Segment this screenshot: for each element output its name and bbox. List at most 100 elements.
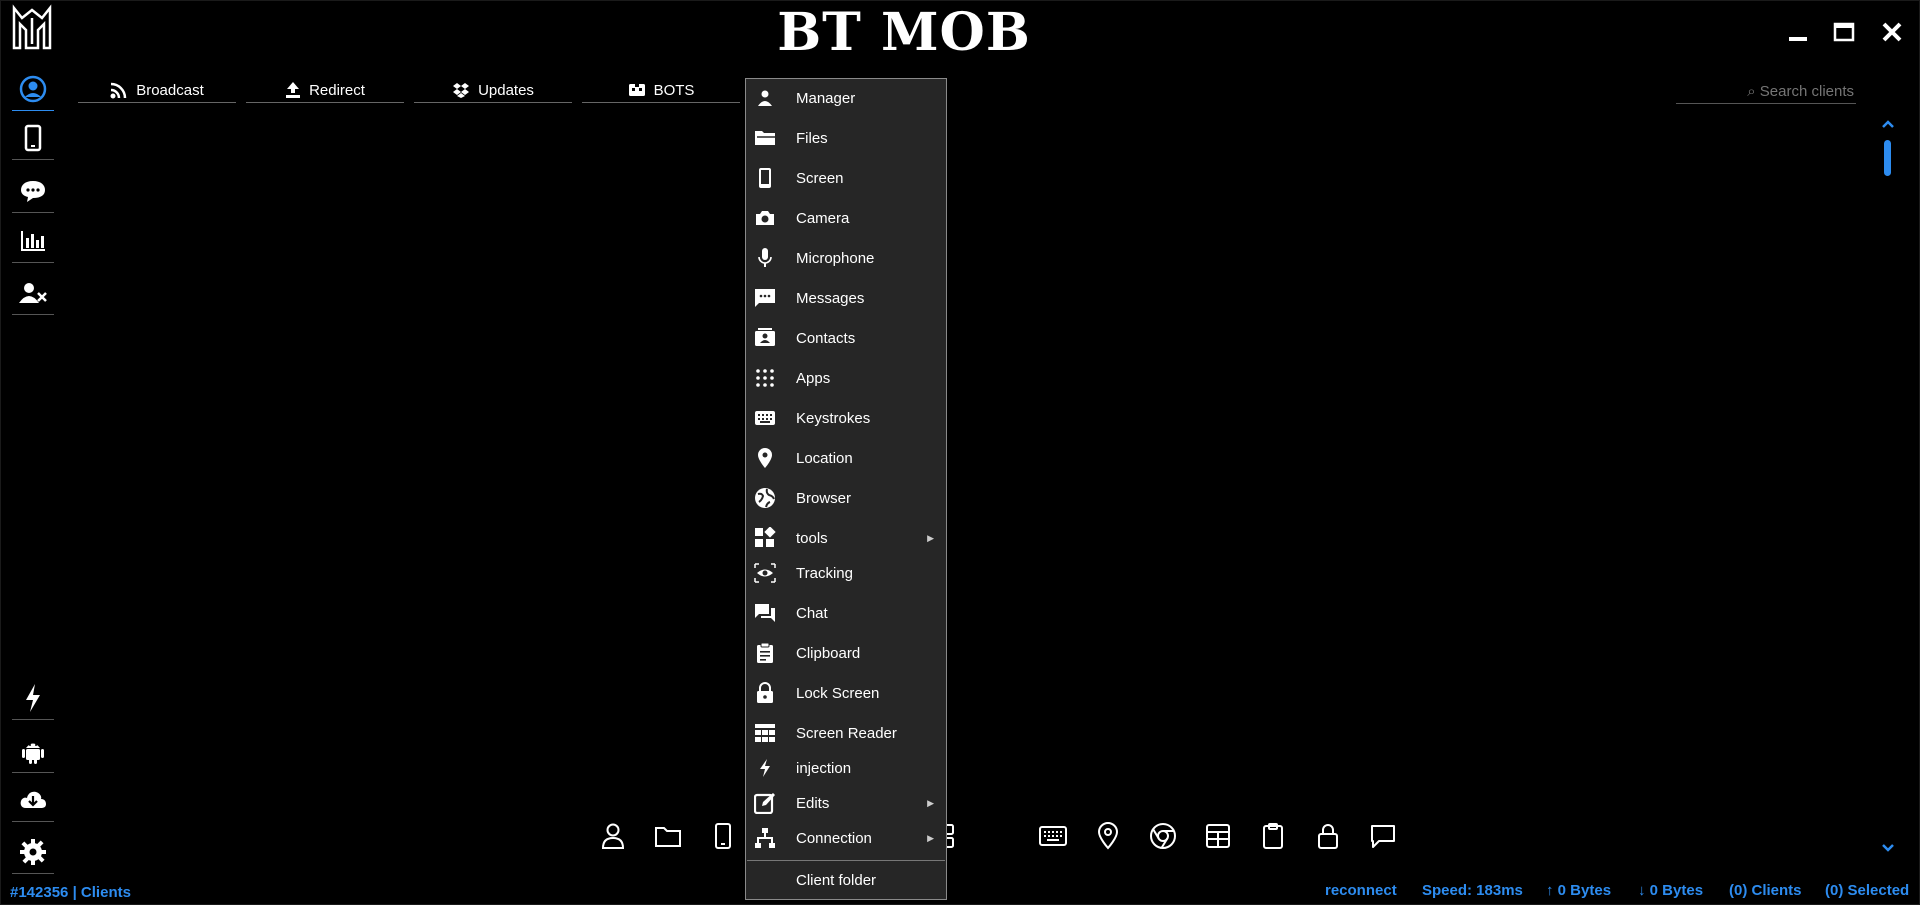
keyboard-icon xyxy=(1039,826,1067,846)
tab-bots[interactable]: BOTS xyxy=(582,78,740,103)
sidebar-item-devices[interactable] xyxy=(12,117,54,160)
menu-item-messages[interactable]: Messages xyxy=(746,282,946,314)
submenu-arrow-icon: ▶ xyxy=(927,532,934,543)
submenu-arrow-icon: ▶ xyxy=(927,797,934,808)
menu-item-keystrokes[interactable]: Keystrokes xyxy=(746,402,946,434)
menu-item-tracking[interactable]: Tracking xyxy=(746,557,946,589)
maximize-icon xyxy=(1833,22,1855,42)
menu-item-location[interactable]: Location xyxy=(746,442,946,474)
toolbar-keystrokes-button[interactable] xyxy=(1037,820,1069,852)
rss-icon xyxy=(110,82,127,99)
menu-item-label: Screen Reader xyxy=(796,724,897,742)
menu-item-injection[interactable]: injection xyxy=(746,752,946,784)
menu-item-files[interactable]: Files xyxy=(746,122,946,154)
menu-item-label: Camera xyxy=(796,209,850,227)
menu-item-label: Tracking xyxy=(796,564,853,582)
toolbar-clipboard-button[interactable] xyxy=(1257,820,1289,852)
sidebar-item-chat[interactable] xyxy=(12,170,54,213)
edit-icon xyxy=(754,793,775,814)
table-icon xyxy=(1206,824,1230,848)
toolbar-manager-button[interactable] xyxy=(597,820,629,852)
menu-item-label: Apps xyxy=(796,369,831,387)
upload-icon xyxy=(286,82,301,98)
sidebar-item-injection[interactable] xyxy=(12,677,54,720)
gear-icon xyxy=(20,839,46,865)
menu-item-label: Clipboard xyxy=(796,644,861,662)
reconnect-link[interactable]: reconnect xyxy=(1325,882,1397,899)
widgets-icon xyxy=(755,527,776,547)
menu-item-edits[interactable]: Edits ▶ xyxy=(746,787,946,819)
submenu-arrow-icon: ▶ xyxy=(927,832,934,843)
chat-icon xyxy=(755,604,775,622)
sidebar-item-clients[interactable] xyxy=(12,68,54,111)
menu-item-label: Lock Screen xyxy=(796,684,880,702)
microphone-icon xyxy=(758,248,772,267)
folder-icon xyxy=(655,827,681,847)
toolbar-files-button[interactable] xyxy=(652,820,684,852)
menu-item-label: injection xyxy=(796,759,852,777)
menu-item-client-folder[interactable]: Client folder xyxy=(746,864,946,896)
menu-item-lock-screen[interactable]: Lock Screen xyxy=(746,677,946,709)
close-icon xyxy=(1882,22,1902,42)
sidebar-item-blocked-users[interactable] xyxy=(12,272,54,315)
minimize-button[interactable] xyxy=(1780,14,1816,50)
tab-redirect[interactable]: Redirect xyxy=(246,78,404,103)
minimize-icon xyxy=(1789,37,1807,41)
search-input[interactable] xyxy=(1687,82,1856,101)
menu-item-label: Edits xyxy=(796,794,830,812)
location-pin-icon xyxy=(758,448,772,468)
menu-item-microphone[interactable]: Microphone xyxy=(746,242,946,274)
toolbar-screen-button[interactable] xyxy=(707,820,739,852)
menu-item-label: Screen xyxy=(796,169,844,187)
menu-item-contacts[interactable]: Contacts xyxy=(746,322,946,354)
tab-label: Updates xyxy=(478,81,534,99)
menu-separator xyxy=(747,860,945,861)
bolt-icon xyxy=(760,759,770,777)
toolbar-browser-button[interactable] xyxy=(1147,820,1179,852)
menu-item-screen[interactable]: Screen xyxy=(746,162,946,194)
menu-item-screen-reader[interactable]: Screen Reader xyxy=(746,717,946,749)
toolbar-location-button[interactable] xyxy=(1092,820,1124,852)
menu-item-label: Connection xyxy=(796,829,872,847)
scrollbar-thumb[interactable] xyxy=(1884,140,1891,176)
user-circle-icon xyxy=(19,75,47,103)
tab-label: Broadcast xyxy=(136,81,204,99)
menu-item-connection[interactable]: Connection ▶ xyxy=(746,822,946,854)
menu-item-chat[interactable]: Chat xyxy=(746,597,946,629)
maximize-button[interactable] xyxy=(1826,14,1862,50)
speed-status: Speed: 183ms xyxy=(1422,882,1523,899)
bar-chart-icon xyxy=(21,231,45,251)
menu-item-apps[interactable]: Apps xyxy=(746,362,946,394)
close-button[interactable] xyxy=(1874,14,1910,50)
menu-item-camera[interactable]: Camera xyxy=(746,202,946,234)
bolt-icon xyxy=(26,684,40,712)
menu-item-clipboard[interactable]: Clipboard xyxy=(746,637,946,669)
tab-updates[interactable]: Updates xyxy=(414,78,572,103)
person-icon xyxy=(601,823,625,849)
phone-icon xyxy=(24,124,42,152)
sidebar-item-statistics[interactable] xyxy=(12,220,54,263)
selected-count-status: (0) Selected xyxy=(1825,882,1910,899)
menu-item-label: Location xyxy=(796,449,853,467)
toolbar-screen-reader-button[interactable] xyxy=(1202,820,1234,852)
tab-broadcast[interactable]: Broadcast xyxy=(78,78,236,103)
tab-label: Redirect xyxy=(309,81,365,99)
camera-icon xyxy=(756,211,774,225)
sidebar-item-android[interactable] xyxy=(12,730,54,773)
menu-item-browser[interactable]: Browser xyxy=(746,482,946,514)
toolbar-chat-button[interactable] xyxy=(1367,820,1399,852)
table-icon xyxy=(755,724,775,742)
scroll-up-icon[interactable] xyxy=(1880,118,1896,130)
menu-item-manager[interactable]: Manager xyxy=(746,82,946,114)
scroll-down-icon[interactable] xyxy=(1880,842,1896,854)
toolbar-lock-button[interactable] xyxy=(1312,820,1344,852)
clients-count-status: (0) Clients xyxy=(1729,882,1802,899)
sidebar-item-settings[interactable] xyxy=(12,831,54,874)
person-icon xyxy=(758,90,772,106)
menu-item-label: Files xyxy=(796,129,828,147)
sidebar-item-download[interactable] xyxy=(12,779,54,822)
menu-item-label: Client folder xyxy=(796,871,877,889)
tab-label: BOTS xyxy=(653,81,695,99)
menu-item-label: Manager xyxy=(796,89,856,107)
menu-item-tools[interactable]: tools ▶ xyxy=(746,522,946,554)
